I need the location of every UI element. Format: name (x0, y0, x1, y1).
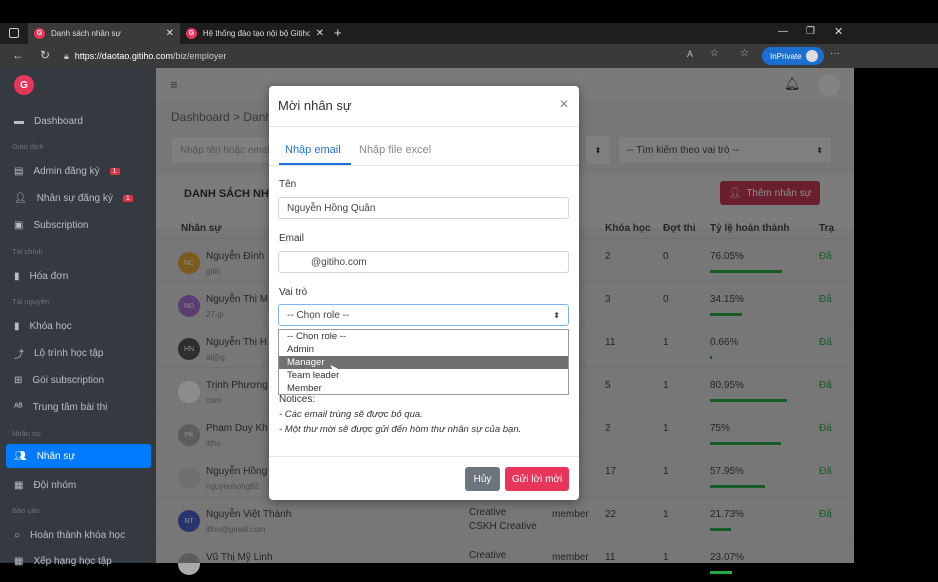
notice-item: - Các email trùng sẽ được bỏ qua. (279, 409, 423, 420)
back-icon[interactable]: ← (12, 48, 24, 62)
lock-icon: 🔒︎ (64, 50, 69, 61)
sidebar-section: Báo cáo (12, 506, 40, 515)
sidebar-section: Giao dịch (12, 142, 44, 151)
users-icon: 👥︎ (14, 450, 27, 462)
completion-progress-bar (710, 571, 732, 574)
read-aloud-icon[interactable]: A (687, 49, 693, 59)
role-label: Vai trò (279, 287, 308, 298)
gitiho-favicon-icon: G (34, 28, 45, 39)
team-icon: ▦ (14, 479, 24, 491)
sidebar-item-course-completion[interactable]: ○ Hoàn thành khóa học (14, 526, 125, 544)
sidebar: G ▬ Dashboard Giao dịch ▤ Admin đăng ký 1 👤… (0, 68, 156, 567)
sidebar-item-courses[interactable]: ▮ Khóa học (14, 317, 72, 335)
role-dropdown-list: -- Chọn role -- Admin Manager Team leade… (278, 329, 569, 395)
book-icon: ▮ (14, 320, 20, 332)
tab-title: Danh sách nhân sự (51, 29, 121, 38)
refresh-icon[interactable]: ↻ (40, 48, 50, 62)
new-tab-icon[interactable]: + (334, 25, 342, 40)
count-badge: 1 (109, 167, 120, 175)
url-host: https://daotao.gitiho.com (74, 51, 173, 61)
sidebar-item-subscription-packages[interactable]: ⊞ Gói subscription (14, 371, 104, 389)
sidebar-item-subscription[interactable]: ▣ Subscription (14, 216, 88, 234)
sidebar-item-employees[interactable]: 👥︎ Nhân sự (14, 447, 75, 465)
path-icon: ⤴ (14, 349, 24, 361)
email-input[interactable]: @gitiho.com (278, 251, 569, 273)
role-option[interactable]: Admin (279, 343, 568, 356)
url-path: /biz/employer (172, 51, 227, 61)
minimize-icon[interactable]: — (778, 26, 788, 37)
sidebar-item-employee-register[interactable]: 👤︎ Nhân sự đăng ký 1 (14, 189, 133, 207)
user-add-icon: 👤︎ (14, 192, 27, 204)
sidebar-item-dashboard[interactable]: ▬ Dashboard (14, 112, 83, 130)
sidebar-section: Tài nguyên (12, 297, 50, 306)
favorite-add-icon[interactable]: ☆ (710, 48, 719, 59)
count-badge: 1 (122, 194, 133, 202)
email-label: Email (279, 233, 305, 244)
inprivate-label: InPrivate (770, 51, 802, 61)
browser-tab-strip: G Danh sách nhân sự ✕ G Hệ thống đào tạo… (0, 23, 938, 44)
ranking-icon: ▦ (14, 555, 24, 567)
tab-actions-icon[interactable] (9, 28, 19, 38)
mouse-cursor-icon: ➤ (329, 363, 339, 375)
tab-training[interactable]: G Hệ thống đào tạo nội bộ Gitiho ✕ (180, 23, 330, 44)
circle-icon: ○ (14, 529, 21, 541)
gitiho-logo[interactable]: G (14, 75, 34, 95)
notices-title: Notices: (279, 394, 316, 405)
sidebar-item-teams[interactable]: ▦ Đội nhóm (14, 476, 76, 494)
cancel-button[interactable]: Hủy (465, 467, 500, 491)
subscription-icon: ▣ (14, 219, 24, 231)
list-icon: ▤ (14, 165, 24, 177)
inprivate-badge[interactable]: InPrivate (762, 47, 824, 65)
exam-icon: ᴬᴮ (14, 401, 23, 413)
close-tab-icon[interactable]: ✕ (316, 28, 324, 39)
modal-title: Mời nhân sự (278, 98, 352, 113)
sidebar-item-ranking[interactable]: ▦ Xếp hạng học tập (14, 552, 112, 570)
divider (269, 165, 579, 166)
restore-icon[interactable]: ❐ (806, 26, 815, 37)
close-tab-icon[interactable]: ✕ (166, 28, 174, 39)
sidebar-item-exam-center[interactable]: ᴬᴮ Trung tâm bài thi (14, 398, 107, 416)
chevron-updown-icon: ⬍ (553, 310, 560, 320)
close-icon[interactable]: ✕ (559, 97, 569, 111)
invoice-icon: ▮ (14, 270, 20, 282)
address-bar: ← ↻ 🔒︎ https://daotao.gitiho.com/biz/emp… (0, 44, 938, 68)
sidebar-item-invoice[interactable]: ▮ Hóa đơn (14, 267, 68, 285)
role-option[interactable]: Team leader (279, 369, 568, 382)
sidebar-section: Tài chính (12, 247, 43, 256)
tab-title: Hệ thống đào tạo nội bộ Gitiho (202, 29, 310, 38)
role-option[interactable]: -- Chọn role -- (279, 330, 568, 343)
role-option-highlighted[interactable]: Manager (279, 356, 568, 369)
tab-employees[interactable]: G Danh sách nhân sự ✕ (28, 23, 180, 44)
package-icon: ⊞ (14, 374, 23, 386)
invite-employee-modal: Mời nhân sự ✕ Nhập email Nhập file excel… (269, 86, 579, 500)
divider (269, 456, 579, 457)
sidebar-item-learning-path[interactable]: ⤴ Lộ trình học tập (14, 344, 104, 362)
notice-item: - Một thư mời sẽ được gửi đến hòm thư nh… (279, 424, 522, 435)
divider (269, 126, 579, 127)
tab-email[interactable]: Nhập email (285, 144, 341, 156)
name-input[interactable]: Nguyễn Hồng Quân (278, 197, 569, 219)
close-window-icon[interactable]: ✕ (834, 25, 843, 38)
more-menu-icon[interactable]: ··· (830, 48, 840, 59)
sidebar-section: Nhân sự (12, 429, 41, 438)
dashboard-icon: ▬ (14, 115, 24, 127)
tab-excel[interactable]: Nhập file excel (359, 144, 431, 156)
role-option[interactable]: Member (279, 382, 568, 395)
sidebar-item-admin-register[interactable]: ▤ Admin đăng ký 1 (14, 162, 120, 180)
profile-avatar-icon (805, 50, 818, 62)
send-invite-button[interactable]: Gửi lời mời (505, 467, 569, 491)
gitiho-favicon-icon: G (186, 28, 197, 39)
favorites-icon[interactable]: ☆ (740, 48, 749, 59)
name-label: Tên (279, 179, 297, 190)
role-select[interactable]: -- Chọn role -- ⬍ (278, 304, 569, 326)
